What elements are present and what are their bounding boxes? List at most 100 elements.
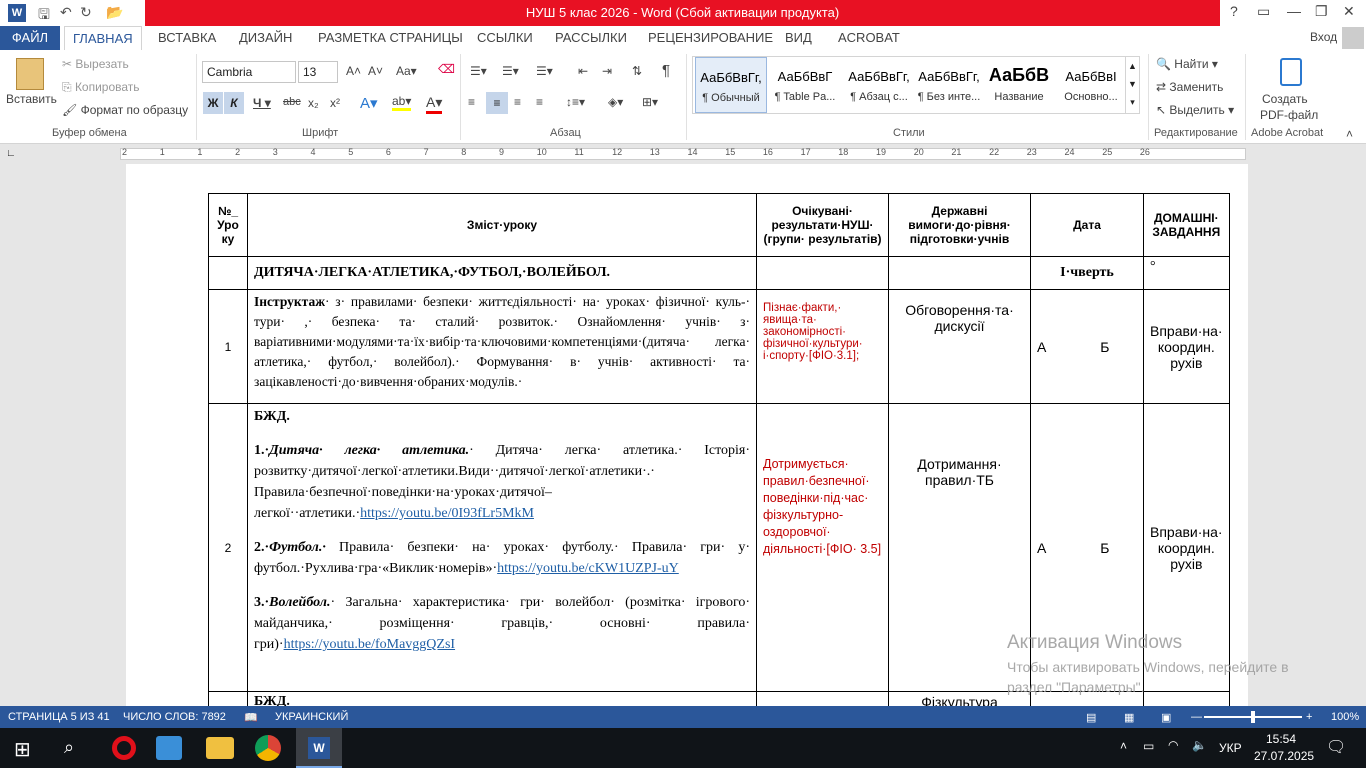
file-explorer-icon[interactable] (206, 737, 234, 759)
search-icon[interactable]: ⌕ (64, 737, 74, 758)
tab-acrobat[interactable]: ACROBAT (830, 26, 908, 50)
zoom-in-button[interactable]: + (1306, 711, 1312, 723)
tab-home[interactable]: ГЛАВНАЯ (64, 26, 142, 50)
horizontal-ruler[interactable] (120, 148, 1246, 160)
control-panel-icon[interactable] (156, 736, 182, 760)
help-button[interactable]: ? (1230, 3, 1238, 19)
tab-review[interactable]: РЕЦЕНЗИРОВАНИЕ (640, 26, 781, 50)
print-layout-icon[interactable]: ▦ (1124, 711, 1134, 724)
word-taskbar-icon[interactable]: W (296, 728, 342, 768)
tab-file[interactable]: ФАЙЛ (0, 26, 60, 50)
web-layout-icon[interactable]: ▣ (1161, 711, 1171, 724)
format-painter-button[interactable]: 🖌 Формат по образцу (62, 103, 188, 117)
paste-button[interactable]: Вставить (6, 92, 57, 106)
paste-icon[interactable] (16, 58, 44, 90)
zoom-thumb[interactable] (1251, 711, 1255, 723)
tab-view[interactable]: ВИД (777, 26, 820, 50)
zoom-level[interactable]: 100% (1331, 711, 1359, 723)
style-body[interactable]: АаБбВвІ Основно... (1055, 57, 1127, 113)
minimize-button[interactable]: — (1287, 3, 1301, 19)
video-link[interactable]: https://youtu.be/foMavggQZsI (284, 637, 456, 652)
clock-time[interactable]: 15:54 (1266, 732, 1296, 746)
page-count[interactable]: СТРАНИЦА 5 ИЗ 41 (8, 711, 110, 723)
volume-icon[interactable]: 🔈 (1192, 738, 1207, 752)
document-area[interactable]: №_ Уро ку Зміст·уроку Очікувані· результ… (0, 164, 1366, 706)
chrome-icon[interactable] (255, 735, 281, 761)
font-color-icon[interactable]: A▾ (426, 94, 443, 114)
avatar[interactable] (1342, 27, 1364, 49)
increase-indent-icon[interactable]: ⇥ (602, 64, 612, 78)
proofing-icon[interactable]: 📖 (244, 711, 258, 724)
decrease-indent-icon[interactable]: ⇤ (578, 64, 588, 78)
clock-date[interactable]: 27.07.2025 (1254, 749, 1314, 763)
ribbon-display-button[interactable]: ▭ (1257, 3, 1270, 20)
text-effects-icon[interactable]: A▾ (360, 94, 378, 112)
shading-icon[interactable]: ◈▾ (608, 95, 623, 109)
styles-scroll[interactable]: ▲ ▼ ▾ (1125, 57, 1139, 113)
open-folder-icon[interactable]: 📂 (106, 4, 123, 21)
style-table-paragraph[interactable]: АаБбВвГ ¶ Table Pa... (769, 57, 841, 113)
word-app-icon[interactable]: W (8, 4, 26, 22)
line-spacing-icon[interactable]: ↕≡▾ (566, 95, 585, 109)
login-link[interactable]: Вход (1310, 30, 1337, 44)
wifi-icon[interactable]: ◠ (1168, 738, 1178, 752)
input-language[interactable]: УКР (1219, 741, 1242, 755)
clear-format-icon[interactable]: ⌫ (438, 62, 455, 76)
tab-layout[interactable]: РАЗМЕТКА СТРАНИЦЫ (310, 26, 471, 50)
show-hidden-icons[interactable]: ˄ (1120, 739, 1127, 753)
word-count[interactable]: ЧИСЛО СЛОВ: 7892 (123, 711, 226, 723)
align-center-icon[interactable]: ≡ (486, 92, 508, 114)
italic-button[interactable]: К (224, 92, 244, 114)
find-button[interactable]: 🔍 Найти ▾ (1156, 57, 1218, 71)
replace-button[interactable]: ⇄ Заменить (1156, 80, 1223, 94)
video-link[interactable]: https://youtu.be/cKW1UZPJ-uY (497, 561, 679, 576)
pdf-file-label[interactable]: PDF-файл (1260, 108, 1318, 122)
grow-font-icon[interactable]: A˄ (346, 64, 361, 78)
battery-icon[interactable]: ▭ (1143, 739, 1154, 753)
shrink-font-icon[interactable]: A˅ (368, 64, 383, 78)
highlight-icon[interactable]: ab▾ (392, 94, 412, 111)
style-no-spacing[interactable]: АаБбВвГг, ¶ Без инте... (913, 57, 985, 113)
sort-icon[interactable]: ⇅ (632, 64, 642, 78)
language[interactable]: УКРАИНСКИЙ (275, 711, 348, 723)
underline-icon[interactable]: Ч ▾ (253, 96, 271, 110)
bullets-icon[interactable]: ☰▾ (470, 64, 487, 78)
numbering-icon[interactable]: ☰▾ (502, 64, 519, 78)
redo-icon[interactable]: ↻ (80, 4, 92, 21)
multilevel-list-icon[interactable]: ☰▾ (536, 64, 553, 78)
select-button[interactable]: ↖ Выделить ▾ (1156, 103, 1234, 117)
style-list-paragraph[interactable]: АаБбВвГг, ¶ Абзац с... (843, 57, 915, 113)
borders-icon[interactable]: ⊞▾ (642, 95, 658, 109)
font-name-select[interactable]: Cambria (202, 61, 296, 83)
tab-insert[interactable]: ВСТАВКА (150, 26, 224, 50)
change-case-icon[interactable]: Aa▾ (396, 64, 417, 78)
show-marks-icon[interactable]: ¶ (662, 62, 670, 79)
tab-selector[interactable]: ∟ (6, 148, 16, 159)
tab-references[interactable]: ССЫЛКИ (469, 26, 541, 50)
align-right-icon[interactable]: ≡ (514, 95, 521, 109)
font-size-select[interactable]: 13 (298, 61, 338, 83)
zoom-out-button[interactable]: — (1191, 711, 1202, 723)
create-pdf-label[interactable]: Создать (1262, 92, 1308, 106)
align-left-icon[interactable]: ≡ (468, 95, 475, 109)
style-title[interactable]: АаБбВ Название (983, 57, 1055, 113)
collapse-ribbon-icon[interactable]: ˄ (1346, 127, 1353, 141)
save-icon[interactable]: 🖫 (38, 4, 50, 28)
windows-start-icon[interactable]: ⊞ (14, 737, 31, 762)
copy-button[interactable]: ⎘ Копировать (62, 80, 140, 95)
superscript-icon[interactable]: x² (330, 96, 340, 110)
close-button[interactable]: ✕ (1343, 3, 1355, 20)
video-link[interactable]: https://youtu.be/0I93fLr5MkM (360, 506, 534, 521)
cut-button[interactable]: ✂ Вырезать (62, 57, 129, 71)
subscript-icon[interactable]: x₂ (308, 96, 319, 110)
strikethrough-icon[interactable]: abc (283, 96, 301, 108)
style-normal[interactable]: АаБбВвГг, ¶ Обычный (695, 57, 767, 113)
bold-button[interactable]: Ж (203, 92, 223, 114)
undo-icon[interactable]: ↶ (60, 4, 72, 21)
read-mode-icon[interactable]: ▤ (1086, 711, 1096, 724)
justify-icon[interactable]: ≡ (536, 95, 543, 109)
tab-mailings[interactable]: РАССЫЛКИ (547, 26, 635, 50)
maximize-button[interactable]: ❐ (1315, 3, 1328, 20)
tab-design[interactable]: ДИЗАЙН (231, 26, 300, 50)
pdf-icon[interactable] (1280, 58, 1302, 86)
